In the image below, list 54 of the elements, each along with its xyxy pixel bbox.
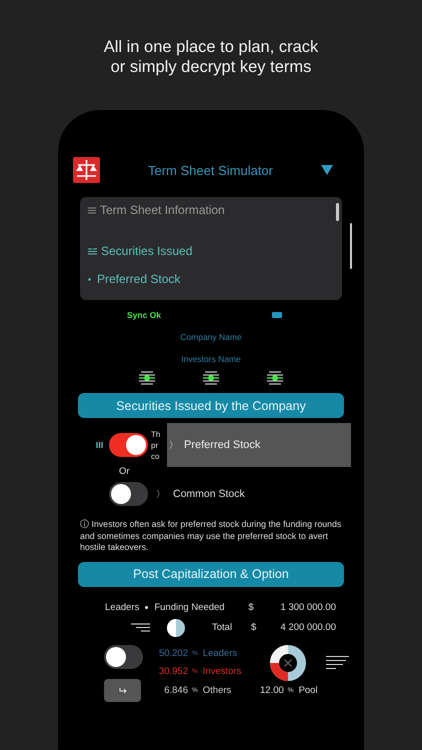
input-field[interactable]: Company Name	[131, 330, 291, 344]
leaders-label: Leaders	[105, 602, 140, 613]
adjust-icon[interactable]	[138, 371, 156, 385]
currency-sign: $	[248, 602, 255, 613]
half-circle-icon[interactable]	[167, 618, 185, 636]
adjust-icon[interactable]	[202, 371, 220, 385]
lines-icon	[88, 248, 97, 254]
total-label: Total	[212, 622, 234, 633]
covered-text: Th	[151, 428, 160, 440]
pool-value: 12.00	[260, 685, 284, 696]
share-label: Investors	[202, 666, 242, 677]
toggle-switch[interactable]	[109, 482, 148, 506]
covered-text: pr	[151, 440, 160, 450]
share-label: Others	[202, 685, 232, 696]
share-value: 30.952	[158, 666, 188, 677]
scrollbar[interactable]	[336, 203, 339, 221]
return-arrow-icon	[118, 688, 126, 694]
bullet-icon	[88, 278, 91, 280]
adjust-icon[interactable]	[266, 371, 284, 385]
outline-item[interactable]: Securities Issued	[88, 244, 334, 258]
amount-value: 1 300 000.00	[280, 602, 336, 613]
covered-text: co	[151, 450, 160, 462]
caption: All in one place to plan, crack or simply decrypt key terms	[104, 37, 318, 77]
securities-button[interactable]: Securities Issued by the Company	[78, 393, 344, 418]
toggle-switch[interactable]	[104, 644, 143, 668]
lines-icon	[88, 206, 96, 214]
share-value: 6.846	[163, 685, 188, 696]
popup-menu-item[interactable]: 〉 Preferred Stock	[167, 423, 351, 467]
info-note: ⓘ Investors often ask for preferred stock during the funding rounds and sometimes companies may use the preferred stock to avert hostile takeovers.	[80, 519, 342, 554]
chevron-icon: 〉	[156, 488, 165, 500]
sync-status: Sync Ok	[127, 310, 162, 320]
lines-icon[interactable]	[131, 623, 150, 632]
bars-icon	[96, 442, 103, 448]
share-value: 50.202	[158, 648, 188, 659]
app-title: Term Sheet Simulator	[147, 162, 274, 178]
status-indicator	[272, 312, 282, 318]
dropdown-triangle-icon[interactable]	[321, 165, 333, 175]
outline-item[interactable]: Preferred Stock	[88, 272, 334, 286]
scales-icon	[73, 157, 100, 183]
currency-sign: $	[251, 622, 258, 633]
toggle-switch[interactable]	[109, 433, 148, 457]
lines-icon[interactable]	[326, 656, 349, 669]
pool-label: Pool	[298, 685, 318, 696]
amount-value: 4 200 000.00	[280, 622, 336, 633]
or-label: Or	[118, 466, 130, 477]
scrollbar[interactable]	[350, 223, 352, 269]
share-label: Leaders	[202, 648, 238, 659]
option-label: Common Stock	[173, 488, 245, 500]
input-field[interactable]: Investors Name	[131, 352, 291, 366]
bullet-icon	[145, 606, 148, 609]
post-capitalization-button[interactable]: Post Capitalization & Option	[78, 562, 344, 586]
funding-label: Funding Needed	[154, 602, 226, 613]
outline-item[interactable]: Term Sheet Information	[88, 203, 334, 217]
donut-drawing	[270, 644, 306, 680]
